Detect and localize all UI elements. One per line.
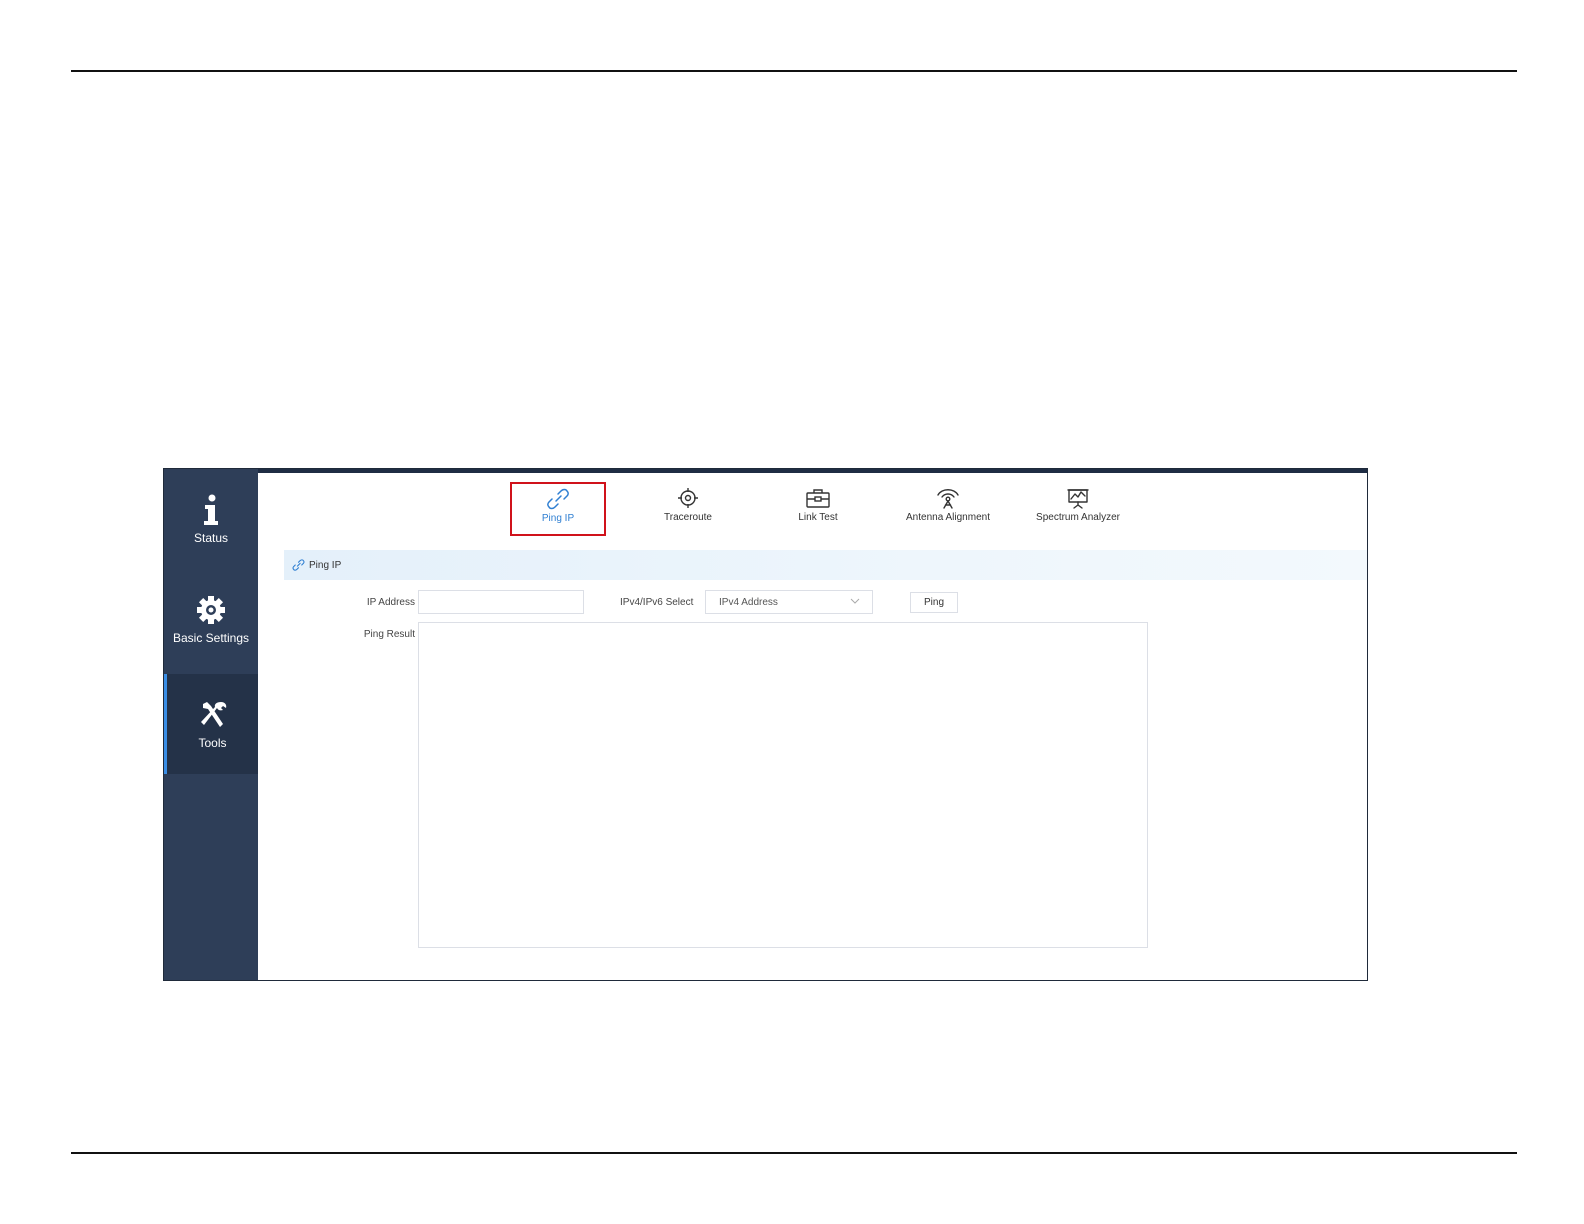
- crosshair-icon: [677, 483, 699, 509]
- main-content: Ping IP Traceroute Link Test Antenna Ali…: [258, 473, 1367, 980]
- spectrum-icon: [1066, 483, 1090, 509]
- ip-address-label: IP Address: [366, 597, 415, 608]
- sidebar-item-label: Basic Settings: [172, 631, 250, 645]
- tab-spectrum-analyzer[interactable]: Spectrum Analyzer: [1023, 483, 1133, 537]
- sidebar-item-basic-settings[interactable]: Basic Settings: [164, 569, 258, 669]
- ip-version-select[interactable]: IPv4 Address: [705, 590, 873, 614]
- ping-result-label: Ping Result: [363, 629, 415, 640]
- tab-antenna-alignment[interactable]: Antenna Alignment: [893, 483, 1003, 537]
- sidebar: Status Basic Settings Tools: [164, 469, 258, 980]
- toolbox-icon: [805, 483, 831, 509]
- sidebar-item-label: Status: [193, 531, 229, 545]
- tab-traceroute[interactable]: Traceroute: [638, 483, 738, 537]
- ping-button[interactable]: Ping: [910, 592, 958, 613]
- ping-result-box[interactable]: [418, 622, 1148, 948]
- link-icon: [292, 559, 305, 571]
- tab-link-test[interactable]: Link Test: [768, 483, 868, 537]
- tab-ping-ip[interactable]: Ping IP: [510, 482, 606, 536]
- ip-version-label: IPv4/IPv6 Select: [620, 597, 694, 608]
- tools-icon: [197, 698, 229, 732]
- page-top-rule: [71, 70, 1517, 72]
- gear-icon: [195, 593, 227, 627]
- tab-label: Ping IP: [541, 513, 575, 524]
- chevron-down-icon: [850, 597, 860, 608]
- ip-address-input[interactable]: [418, 590, 584, 614]
- tab-label: Link Test: [798, 512, 838, 523]
- sidebar-item-status[interactable]: Status: [164, 469, 258, 569]
- sidebar-item-label: Tools: [198, 736, 227, 750]
- page-bottom-rule: [71, 1152, 1517, 1154]
- tab-label: Antenna Alignment: [906, 512, 990, 523]
- sidebar-item-tools[interactable]: Tools: [164, 674, 258, 774]
- section-header: Ping IP: [284, 550, 1367, 580]
- tab-label: Traceroute: [664, 512, 712, 523]
- link-icon: [546, 484, 570, 510]
- antenna-icon: [935, 483, 961, 509]
- section-title: Ping IP: [309, 559, 342, 571]
- ip-version-value: IPv4 Address: [719, 596, 778, 608]
- app-window: Status Basic Settings Tools Ping IP Trac…: [163, 468, 1368, 981]
- info-icon: [195, 493, 227, 527]
- tab-label: Spectrum Analyzer: [1036, 512, 1120, 523]
